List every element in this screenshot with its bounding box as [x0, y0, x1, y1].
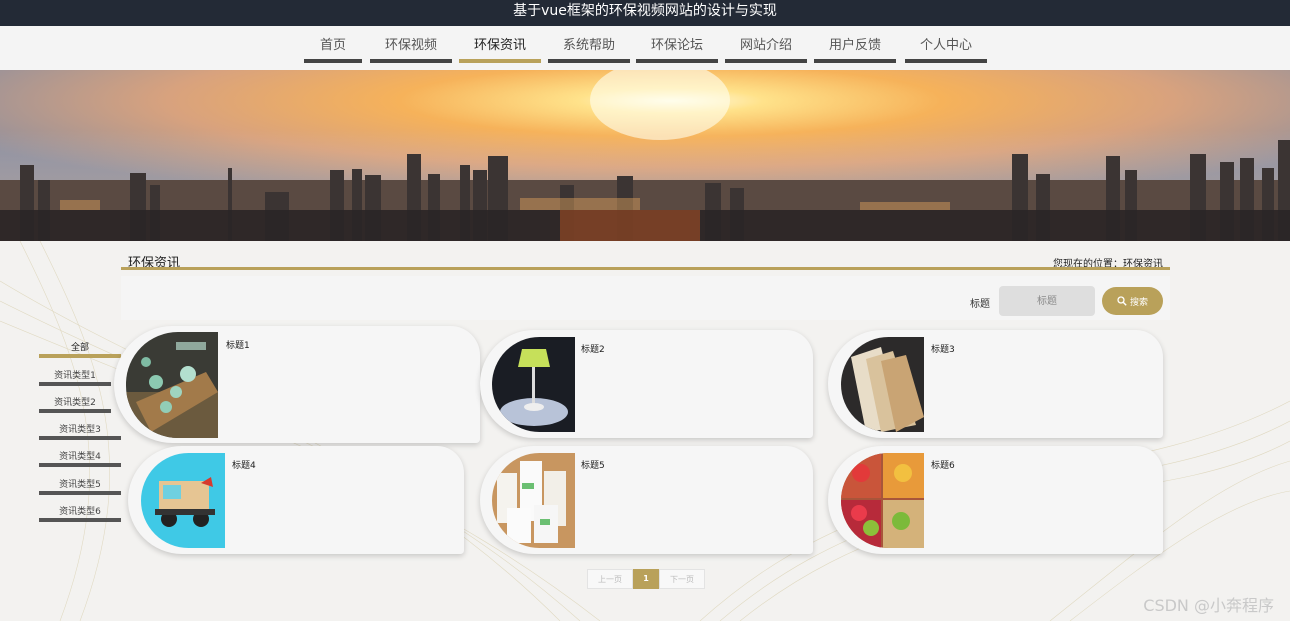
news-title: 标题1: [226, 341, 250, 351]
news-card[interactable]: 标题1: [114, 326, 480, 443]
nav-home[interactable]: 首页: [304, 35, 362, 63]
news-thumbnail-fruit-boxes: [841, 453, 924, 548]
category-type-5[interactable]: 资讯类型5: [39, 480, 121, 495]
nav-eco-forum[interactable]: 环保论坛: [636, 35, 718, 63]
search-label: 标题: [970, 299, 990, 310]
site-title-bar: 基于vue框架的环保视频网站的设计与实现: [0, 0, 1290, 26]
search-button-label: 搜索: [1129, 297, 1148, 308]
category-all[interactable]: 全部: [39, 343, 121, 358]
news-thumbnail-wood-veneer: [841, 337, 924, 432]
nav-eco-video[interactable]: 环保视频: [370, 35, 452, 63]
news-title: 标题3: [931, 345, 955, 355]
news-card[interactable]: 标题2: [480, 330, 813, 438]
current-page[interactable]: 1: [633, 569, 659, 589]
nav-user-center[interactable]: 个人中心: [905, 35, 987, 63]
banner-city-sunset: [0, 70, 1290, 241]
main-nav: 首页 环保视频 环保资讯 系统帮助 环保论坛 网站介绍 用户反馈 个人中心: [0, 26, 1290, 70]
pagination: 上一页 1 下一页: [587, 569, 705, 589]
search-button[interactable]: 搜索: [1102, 287, 1163, 315]
news-card[interactable]: 标题3: [828, 330, 1163, 438]
news-card[interactable]: 标题6: [828, 446, 1163, 554]
nav-feedback[interactable]: 用户反馈: [814, 35, 896, 63]
prev-page-button[interactable]: 上一页: [587, 569, 633, 589]
title-divider: [121, 267, 1170, 270]
category-type-2[interactable]: 资讯类型2: [39, 398, 111, 413]
category-type-4[interactable]: 资讯类型4: [39, 452, 121, 467]
search-input[interactable]: [999, 286, 1095, 316]
watermark: CSDN @小奔程序: [1143, 596, 1274, 615]
news-thumbnail-paper-cups: [492, 453, 575, 548]
category-type-1[interactable]: 资讯类型1: [39, 371, 111, 386]
category-type-6[interactable]: 资讯类型6: [39, 507, 121, 522]
nav-system-help[interactable]: 系统帮助: [548, 35, 630, 63]
nav-eco-news[interactable]: 环保资讯: [459, 35, 541, 63]
news-title: 标题4: [232, 461, 256, 471]
news-title: 标题6: [931, 461, 955, 471]
next-page-button[interactable]: 下一页: [659, 569, 705, 589]
news-thumbnail-toy-car: [141, 453, 225, 548]
nav-site-intro[interactable]: 网站介绍: [725, 35, 807, 63]
site-title: 基于vue框架的环保视频网站的设计与实现: [513, 3, 777, 19]
category-type-3[interactable]: 资讯类型3: [39, 425, 121, 440]
news-card[interactable]: 标题5: [480, 446, 813, 554]
news-thumbnail-desk-lamp: [492, 337, 575, 432]
news-title: 标题5: [581, 461, 605, 471]
news-title: 标题2: [581, 345, 605, 355]
news-card[interactable]: 标题4: [128, 446, 464, 554]
search-icon: [1117, 296, 1127, 306]
news-thumbnail-tea-set: [126, 332, 218, 438]
